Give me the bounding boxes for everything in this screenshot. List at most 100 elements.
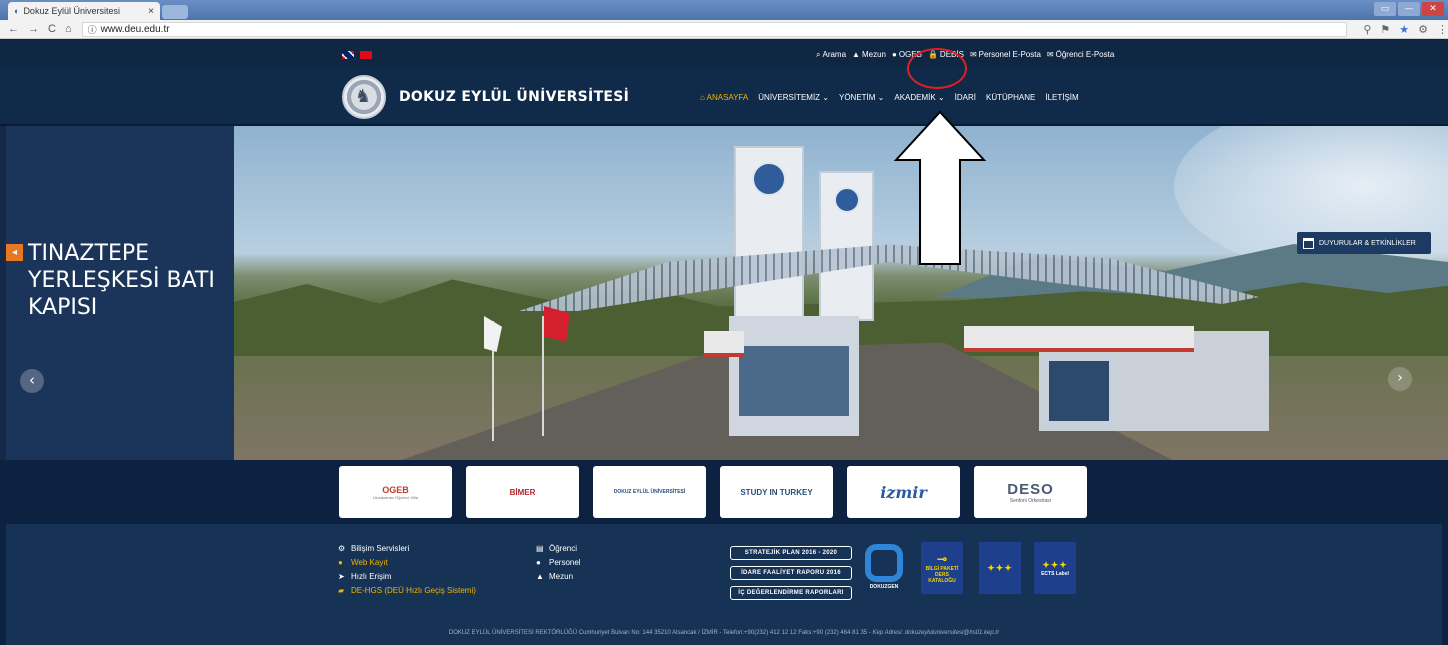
slider-next-button[interactable]: ›	[1388, 367, 1412, 391]
top-link-arama[interactable]: ⌕ Arama	[816, 50, 846, 60]
graduation-cap-icon: ▲	[852, 50, 860, 59]
nonagon-icon	[865, 544, 903, 582]
footer-col-people: ▤ Öğrenci ● Personel ▲ Mezun	[536, 544, 581, 581]
book-icon: ▤	[536, 544, 544, 553]
main-menu: ⌂ ANASAYFA ÜNİVERSİTEMİZ ⌄ YÖNETİM ⌄ AKA…	[700, 93, 1079, 102]
menu-icon[interactable]: ⋮	[1437, 23, 1448, 36]
users-icon: ●	[536, 558, 541, 567]
flag-pole	[542, 316, 544, 436]
back-icon[interactable]: ←	[8, 23, 19, 35]
menu-item-idari[interactable]: İDARİ	[955, 93, 976, 102]
megaphone-icon: ◂	[6, 244, 23, 261]
turkish-flag-icon[interactable]	[360, 51, 372, 59]
horse-emblem-icon: ♞	[355, 86, 372, 107]
partner-izmir[interactable]: izmir	[847, 466, 960, 518]
bus	[964, 326, 1194, 352]
tower-emblem	[752, 162, 786, 196]
activity-report-button[interactable]: İDARE FAALİYET RAPORU 2016	[730, 566, 852, 580]
envelope-icon: ✉	[1046, 50, 1054, 59]
tab-title: Dokuz Eylül Üniversitesi	[23, 6, 120, 16]
strategic-plan-button[interactable]: STRATEJİK PLAN 2016 - 2020	[730, 546, 852, 560]
university-logo[interactable]: ♞	[342, 75, 386, 119]
favicon-icon: ◐	[14, 6, 20, 16]
window-controls: ▭ — ✕	[1374, 2, 1444, 16]
partner-deso[interactable]: DESO Senfoni Orkestrası	[974, 466, 1087, 518]
browser-tab[interactable]: ◐ Dokuz Eylül Üniversitesi ×	[8, 2, 160, 20]
top-link-personel-eposta[interactable]: ✉ Personel E-Posta	[970, 50, 1041, 60]
forward-icon[interactable]: →	[28, 23, 39, 35]
site: ⌕ Arama ▲ Mezun ● OGEB 🔒 DEBİS ✉ Personel E-P…	[0, 40, 1448, 645]
search-icon: ⌕	[816, 50, 821, 59]
partner-study-in-turkey[interactable]: STUDY IN TURKEY	[720, 466, 833, 518]
menu-item-akademik[interactable]: AKADEMİK ⌄	[894, 93, 944, 102]
url-input[interactable]: ⓘ www.deu.edu.tr	[81, 21, 1348, 37]
footer-address: DOKUZ EYLÜL ÜNİVERSİTESİ REKTÖRLÜĞÜ Cumh…	[448, 630, 1000, 636]
ds-label-badge[interactable]: ✦✦✦	[979, 542, 1021, 594]
browser-actions: ⚲ ⚑ ★ ⚙ ⋮	[1363, 23, 1448, 36]
menu-item-universitemiz[interactable]: ÜNİVERSİTEMİZ ⌄	[758, 93, 829, 102]
footer-link-bilisim[interactable]: ⚙ Bilişim Servisleri	[338, 544, 476, 553]
minimize-button[interactable]: —	[1398, 2, 1420, 16]
bookmark-star-icon[interactable]: ★	[1399, 23, 1409, 36]
bus	[704, 331, 744, 357]
gears-icon: ⚙	[338, 544, 346, 553]
slider-prev-button[interactable]: ‹	[20, 369, 44, 393]
footer-link-web-kayit[interactable]: ● Web Kayıt	[338, 558, 476, 567]
eu-stars-icon: ✦✦✦	[987, 562, 1013, 573]
info-package-badge[interactable]: ⊸ BİLGİ PAKETİ DERS KATALOĞU	[921, 542, 963, 594]
key-icon: ⊸	[936, 552, 948, 566]
info-icon: ⓘ	[87, 24, 97, 35]
internal-evaluation-button[interactable]: İÇ DEĞERLENDİRME RAPORLARI	[730, 586, 852, 600]
campus-gate-photo	[234, 126, 1448, 460]
english-flag-icon[interactable]	[342, 51, 354, 59]
reload-icon[interactable]: C	[48, 23, 56, 35]
home-icon[interactable]: ⌂	[65, 23, 72, 35]
eu-stars-icon: ✦✦✦	[1042, 559, 1068, 570]
building-window	[1049, 361, 1109, 421]
top-link-ogrenci-eposta[interactable]: ✉ Öğrenci E-Posta	[1047, 50, 1114, 60]
slide-title: TINAZTEPE YERLEŞKESİ BATI KAPISI	[28, 241, 215, 320]
announcements-button[interactable]: DUYURULAR & ETKİNLİKLER	[1297, 232, 1431, 254]
top-link-mezun[interactable]: ▲ Mezun	[852, 50, 886, 60]
restore-button[interactable]: ▭	[1374, 2, 1396, 16]
partner-logos: OGEB Uluslararası Öğrenci Ofisi BİMER DOK…	[0, 460, 1448, 524]
gatehouse-window	[739, 346, 849, 416]
footer-link-hizli-erisim[interactable]: ➤ Hızlı Erişim	[338, 572, 476, 581]
footer-link-ogrenci[interactable]: ▤ Öğrenci	[536, 544, 581, 553]
ects-label-badge[interactable]: ✦✦✦ ECTS Label	[1034, 542, 1076, 594]
gate-tower-left	[734, 146, 804, 326]
dokuzgen-logo[interactable]: DOKUZGEN	[862, 544, 906, 604]
top-links: ⌕ Arama ▲ Mezun ● OGEB 🔒 DEBİS ✉ Personel E-P…	[816, 50, 1114, 60]
footer-col-services: ⚙ Bilişim Servisleri ● Web Kayıt ➤ Hızlı Er…	[338, 544, 476, 595]
envelope-icon: ✉	[969, 50, 977, 59]
main-nav: ♞ DOKUZ EYLÜL ÜNİVERSİTESİ ⌂ ANASAYFA ÜN…	[0, 68, 1448, 126]
browser-tab-bar: ◐ Dokuz Eylül Üniversitesi × ▭ — ✕	[0, 0, 1448, 20]
partner-bimer[interactable]: BİMER	[466, 466, 579, 518]
university-name[interactable]: DOKUZ EYLÜL ÜNİVERSİTESİ	[399, 89, 629, 105]
new-tab-button[interactable]	[162, 5, 188, 19]
bank-icon: ⌂	[700, 93, 707, 102]
tower-emblem	[833, 187, 860, 213]
annotation-arrow-icon	[894, 110, 986, 265]
extension-icon[interactable]: ⚙	[1418, 23, 1428, 36]
annotation-circle	[907, 48, 967, 89]
zoom-icon[interactable]: ⚲	[1363, 23, 1371, 36]
footer-link-dehgs[interactable]: ▰ DE-HGS (DEÜ Hızlı Geçiş Sistemi)	[338, 586, 476, 595]
calendar-icon	[1303, 237, 1314, 249]
url-text: www.deu.edu.tr	[100, 23, 170, 35]
footer-link-personel[interactable]: ● Personel	[536, 558, 581, 567]
footer-link-mezun[interactable]: ▲ Mezun	[536, 572, 581, 581]
address-bar: ← → C ⌂ ⓘ www.deu.edu.tr ⚲ ⚑ ★ ⚙ ⋮	[0, 20, 1448, 39]
partner-ogeb[interactable]: OGEB Uluslararası Öğrenci Ofisi	[339, 466, 452, 518]
menu-item-iletisim[interactable]: İLETİŞİM	[1045, 93, 1078, 102]
pin-icon[interactable]: ⚑	[1380, 23, 1390, 36]
close-window-button[interactable]: ✕	[1422, 2, 1444, 16]
close-tab-icon[interactable]: ×	[148, 6, 154, 17]
partner-deu[interactable]: DOKUZ EYLÜL ÜNİVERSİTESİ	[593, 466, 706, 518]
hero-slider: ◂ TINAZTEPE YERLEŞKESİ BATI KAPISI ‹ › D…	[0, 126, 1448, 460]
menu-item-anasayfa[interactable]: ⌂ ANASAYFA	[700, 93, 748, 102]
graduation-cap-icon: ▲	[536, 572, 544, 581]
menu-item-kutuphane[interactable]: KÜTÜPHANE	[986, 93, 1035, 102]
user-add-icon: ●	[338, 558, 343, 567]
menu-item-yonetim[interactable]: YÖNETİM ⌄	[839, 93, 884, 102]
